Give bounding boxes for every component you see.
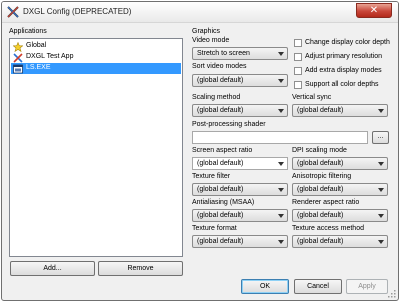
close-button[interactable]: ✕: [356, 3, 392, 18]
window-title: DXGL Config (DEPRECATED): [23, 7, 132, 16]
chevron-down-icon: [278, 188, 284, 192]
chevron-down-icon: [278, 79, 284, 83]
checkbox-label: Adjust primary resolution: [305, 53, 383, 60]
screen-aspect-ratio-label: Screen aspect ratio: [192, 147, 253, 154]
checkbox-label: Add extra display modes: [305, 67, 382, 74]
texture-format-label: Texture format: [192, 225, 237, 232]
scaling-method-label: Scaling method: [192, 94, 241, 101]
sort-video-modes-value: (global default): [197, 77, 244, 84]
close-icon: ✕: [369, 5, 379, 16]
cancel-button[interactable]: Cancel: [294, 279, 342, 294]
dxgl-icon: [13, 53, 23, 63]
post-processing-shader-label: Post-processing shader: [192, 121, 266, 128]
sort-video-modes-label: Sort video modes: [192, 63, 247, 70]
chevron-down-icon: [378, 214, 384, 218]
chevron-down-icon: [378, 188, 384, 192]
list-item-label: DXGL Test App: [26, 53, 74, 60]
vertical-sync-value: (global default): [297, 107, 344, 114]
dpi-scaling-mode-label: DPI scaling mode: [292, 147, 347, 154]
star-icon: [13, 42, 23, 52]
antialiasing-select[interactable]: (global default): [192, 209, 288, 222]
resize-grip-icon[interactable]: [388, 290, 396, 298]
antialiasing-label: Antialiasing (MSAA): [192, 199, 255, 206]
chevron-down-icon: [278, 240, 284, 244]
screen-aspect-ratio-select[interactable]: (global default): [192, 157, 288, 170]
list-item-ls-exe[interactable]: LS.EXE: [11, 63, 181, 74]
texture-filter-value: (global default): [197, 186, 244, 193]
dpi-scaling-mode-select[interactable]: (global default): [292, 157, 388, 170]
scaling-method-select[interactable]: (global default): [192, 104, 288, 117]
scaling-method-value: (global default): [197, 107, 244, 114]
video-mode-value: Stretch to screen: [197, 50, 250, 57]
checkbox-box[interactable]: [294, 67, 302, 75]
chevron-down-icon: [278, 52, 284, 56]
texture-filter-label: Texture filter: [192, 173, 231, 180]
chevron-down-icon: [278, 214, 284, 218]
anisotropic-filtering-value: (global default): [297, 186, 344, 193]
remove-button[interactable]: Remove: [98, 261, 183, 276]
checkbox-label: Change display color depth: [305, 39, 390, 46]
sort-video-modes-select[interactable]: (global default): [192, 74, 288, 87]
texture-access-method-select[interactable]: (global default): [292, 235, 388, 248]
anisotropic-filtering-label: Anisotropic filtering: [292, 173, 352, 180]
texture-access-method-value: (global default): [297, 238, 344, 245]
applications-label: Applications: [9, 28, 47, 35]
chevron-down-icon: [378, 240, 384, 244]
renderer-aspect-ratio-select[interactable]: (global default): [292, 209, 388, 222]
checkbox-box[interactable]: [294, 53, 302, 61]
chevron-down-icon: [378, 109, 384, 113]
add-button[interactable]: Add...: [10, 261, 95, 276]
antialiasing-value: (global default): [197, 212, 244, 219]
renderer-aspect-ratio-value: (global default): [297, 212, 344, 219]
applications-list[interactable]: Global DXGL Test App LS.EXE: [9, 38, 183, 257]
browse-button[interactable]: ...: [372, 131, 389, 144]
dxgl-icon: [7, 6, 19, 18]
texture-access-method-label: Texture access method: [292, 225, 364, 232]
anisotropic-filtering-select[interactable]: (global default): [292, 183, 388, 196]
list-item-label: LS.EXE: [26, 64, 51, 71]
config-window: DXGL Config (DEPRECATED) ✕ Applications …: [1, 1, 399, 301]
list-item-dxgl-test-app[interactable]: DXGL Test App: [11, 52, 181, 63]
graphics-label: Graphics: [192, 28, 221, 35]
chevron-down-icon: [378, 162, 384, 166]
post-processing-shader-field[interactable]: [192, 131, 368, 144]
renderer-aspect-ratio-label: Renderer aspect ratio: [292, 199, 360, 206]
chevron-down-icon: [278, 162, 284, 166]
app-icon: [13, 64, 23, 74]
texture-format-value: (global default): [197, 238, 244, 245]
list-item-global[interactable]: Global: [11, 41, 181, 52]
checkbox-box[interactable]: [294, 39, 302, 47]
ok-button[interactable]: OK: [241, 279, 289, 294]
checkbox-label: Support all color depths: [305, 81, 379, 88]
apply-button: Apply: [346, 279, 388, 294]
chevron-down-icon: [278, 109, 284, 113]
dpi-scaling-mode-value: (global default): [297, 160, 344, 167]
texture-filter-select[interactable]: (global default): [192, 183, 288, 196]
checkbox-box[interactable]: [294, 81, 302, 89]
screen-aspect-ratio-value: (global default): [197, 160, 244, 167]
vertical-sync-select[interactable]: (global default): [292, 104, 388, 117]
video-mode-select[interactable]: Stretch to screen: [192, 47, 288, 60]
texture-format-select[interactable]: (global default): [192, 235, 288, 248]
title-bar[interactable]: DXGL Config (DEPRECATED) ✕: [2, 2, 398, 23]
vertical-sync-label: Vertical sync: [292, 94, 332, 101]
video-mode-label: Video mode: [192, 37, 230, 44]
list-item-label: Global: [26, 42, 47, 49]
